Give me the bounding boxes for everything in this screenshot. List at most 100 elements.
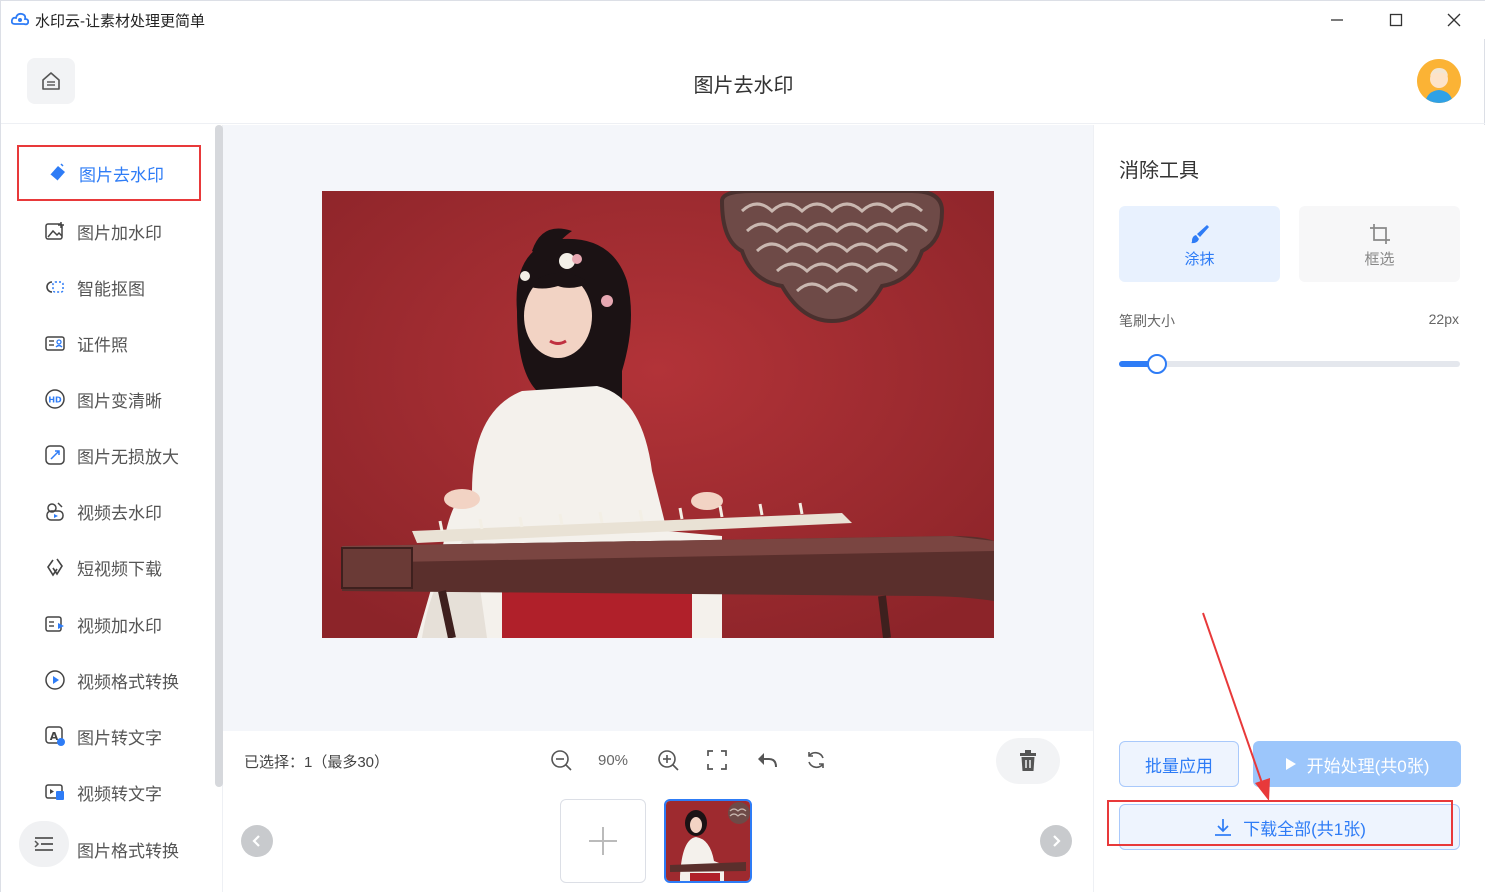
- sidebar-item-label: 图片格式转换: [77, 841, 179, 861]
- zoom-in-button[interactable]: [655, 747, 681, 773]
- sidebar-item-label: 图片转文字: [77, 728, 162, 748]
- reset-button[interactable]: [803, 747, 829, 773]
- sidebar-item-short-video-download[interactable]: 短视频下载: [17, 539, 201, 595]
- batch-apply-button[interactable]: 批量应用: [1119, 741, 1239, 787]
- menu-collapse-icon: [34, 837, 53, 851]
- sidebar-item-video-to-text[interactable]: 视频转文字: [17, 764, 201, 820]
- id-photo-icon: [43, 331, 67, 355]
- fullscreen-button[interactable]: [704, 747, 730, 773]
- sidebar-item-id-photo[interactable]: 证件照: [17, 315, 201, 371]
- video-eraser-icon: [43, 499, 67, 523]
- minimize-button[interactable]: [1317, 5, 1357, 35]
- thumbnail-image: [666, 801, 750, 881]
- sidebar-item-label: 视频格式转换: [77, 672, 179, 692]
- image-add-icon: [43, 219, 67, 243]
- maximize-icon: [1389, 13, 1403, 27]
- enlarge-icon: [43, 443, 67, 467]
- brush-size-label: 笔刷大小: [1119, 313, 1175, 329]
- sidebar-item-label: 视频加水印: [77, 616, 162, 636]
- sidebar-scrollbar[interactable]: [215, 125, 223, 787]
- tool-panel: 消除工具 涂抹 框选 笔刷大小 22px 批量应用 开始处理(共0张) 下载全部…: [1093, 125, 1485, 892]
- brush-icon: [1189, 220, 1211, 248]
- delete-button[interactable]: [996, 738, 1060, 784]
- sidebar-item-video-format-convert[interactable]: 视频格式转换: [17, 652, 201, 708]
- maximize-button[interactable]: [1376, 5, 1416, 35]
- add-image-button[interactable]: [560, 799, 646, 883]
- tool-label: 框选: [1364, 250, 1395, 268]
- trash-icon: [1020, 750, 1036, 771]
- user-avatar[interactable]: [1417, 59, 1461, 103]
- sidebar-item-label: 图片变清晰: [77, 391, 162, 411]
- sidebar-item-smart-cutout[interactable]: 智能抠图: [17, 259, 201, 315]
- close-icon: [1447, 13, 1461, 27]
- title-bar: 水印云-让素材处理更简单: [1, 1, 1485, 39]
- fullscreen-icon: [707, 750, 727, 770]
- zoom-out-button[interactable]: [548, 747, 574, 773]
- brush-slider-handle[interactable]: [1146, 354, 1167, 374]
- brush-size-value: 22px: [1428, 311, 1459, 327]
- sidebar-item-label: 短视频下载: [77, 559, 162, 579]
- thumbnail-item[interactable]: [664, 799, 752, 883]
- app-header: 图片去水印: [1, 39, 1485, 124]
- undo-button[interactable]: [754, 747, 780, 773]
- canvas-toolbar: 已选择：1（最多30） 90%: [223, 731, 1093, 791]
- thumbs-next-button[interactable]: [1040, 825, 1072, 857]
- sidebar-item-label: 图片无损放大: [77, 447, 179, 467]
- selected-count-text: 已选择：1（最多30）: [244, 754, 390, 771]
- tool-label: 涂抹: [1184, 250, 1215, 268]
- photo-image: [322, 191, 994, 638]
- page-title: 图片去水印: [693, 75, 794, 97]
- sidebar-item-label: 视频转文字: [77, 784, 162, 804]
- play-icon: [1285, 758, 1296, 770]
- edited-photo[interactable]: [322, 191, 994, 638]
- editor-canvas[interactable]: [223, 125, 1093, 731]
- cutout-icon: [43, 275, 67, 299]
- chevron-right-icon: [1053, 835, 1061, 847]
- download-highlight-box: [1107, 800, 1453, 846]
- sidebar-item-image-to-text[interactable]: A 图片转文字: [17, 708, 201, 764]
- thumbs-prev-button[interactable]: [241, 825, 273, 857]
- thumbnail-strip: [223, 791, 1093, 892]
- sidebar-item-image-watermark-add[interactable]: 图片加水印: [17, 203, 201, 259]
- start-processing-button[interactable]: 开始处理(共0张): [1253, 741, 1461, 787]
- sidebar: 图片去水印 图片加水印 智能抠图 证件照 HD 图片变清晰 图片无损放大 视频去…: [1, 125, 223, 892]
- svg-text:HD: HD: [48, 396, 62, 405]
- zoom-out-icon: [551, 750, 572, 771]
- cloud-logo-icon: [11, 12, 29, 26]
- refresh-icon: [808, 751, 824, 769]
- box-select-tool-button[interactable]: 框选: [1299, 206, 1460, 282]
- crop-icon: [1368, 220, 1392, 248]
- sidebar-item-image-enlarge[interactable]: 图片无损放大: [17, 427, 201, 483]
- video-add-icon: [43, 612, 67, 636]
- sidebar-item-label: 证件照: [77, 335, 128, 355]
- brush-size-slider[interactable]: [1119, 354, 1460, 374]
- sidebar-item-video-watermark-remove[interactable]: 视频去水印: [17, 483, 201, 539]
- window-title: 水印云-让素材处理更简单: [35, 13, 205, 30]
- sidebar-item-image-watermark-remove[interactable]: 图片去水印: [17, 145, 201, 201]
- menu-toggle-button[interactable]: [19, 821, 69, 867]
- eraser-icon: [45, 161, 69, 185]
- close-button[interactable]: [1434, 5, 1474, 35]
- app-window: 水印云-让素材处理更简单 图片去水印 图片去水印 图片加水印 智能抠图 证件照 …: [0, 0, 1485, 892]
- brush-tool-button[interactable]: 涂抹: [1119, 206, 1280, 282]
- link-icon: [43, 555, 67, 579]
- undo-icon: [758, 753, 777, 768]
- start-processing-label: 开始处理(共0张): [1306, 756, 1430, 776]
- sidebar-item-label: 智能抠图: [77, 279, 145, 299]
- sidebar-item-image-enhance[interactable]: HD 图片变清晰: [17, 371, 201, 427]
- sidebar-item-label: 图片加水印: [77, 223, 162, 243]
- minimize-icon: [1331, 19, 1343, 21]
- avatar-icon: [1417, 59, 1461, 103]
- sidebar-item-video-watermark-add[interactable]: 视频加水印: [17, 596, 201, 652]
- hd-icon: HD: [43, 387, 67, 411]
- panel-title: 消除工具: [1119, 160, 1199, 182]
- image-text-icon: A: [43, 724, 67, 748]
- sidebar-item-label: 视频去水印: [77, 503, 162, 523]
- plus-icon: [589, 827, 617, 855]
- video-text-icon: [43, 780, 67, 804]
- chevron-left-icon: [252, 835, 260, 847]
- play-circle-icon: [43, 668, 67, 692]
- sidebar-item-label: 图片去水印: [79, 165, 164, 185]
- zoom-in-icon: [658, 750, 679, 771]
- zoom-level: 90%: [598, 752, 629, 769]
